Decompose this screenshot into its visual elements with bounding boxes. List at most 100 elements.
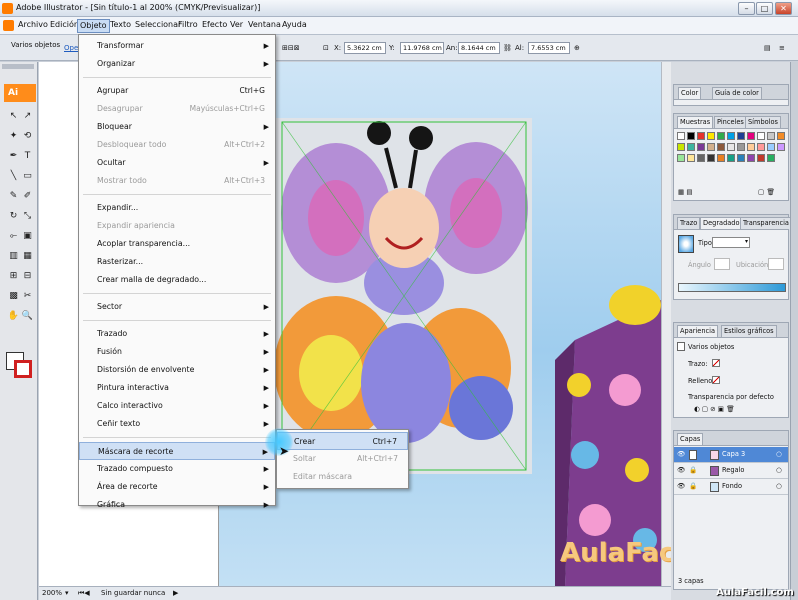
zoom-dropdown-icon[interactable]: ▾: [65, 589, 69, 597]
gradient-type-select[interactable]: ▾: [712, 237, 750, 248]
rotate-tool-icon[interactable]: ↻: [7, 210, 20, 223]
swatch[interactable]: [677, 143, 685, 151]
close-button[interactable]: ✕: [775, 2, 792, 15]
swatch[interactable]: [727, 143, 735, 151]
warp-tool-icon[interactable]: ⟜: [7, 230, 20, 243]
status-arrow-icon[interactable]: ▶: [173, 589, 178, 597]
swatch[interactable]: [697, 143, 705, 151]
swatch[interactable]: [697, 132, 705, 140]
swatch[interactable]: [777, 132, 785, 140]
swatch[interactable]: [707, 154, 715, 162]
tab-appearance[interactable]: Apariencia: [677, 325, 719, 337]
symbol-sprayer-tool-icon[interactable]: ▥: [7, 250, 20, 263]
gradient-tool-icon[interactable]: ⊟: [21, 270, 34, 283]
swatch-grid[interactable]: [677, 132, 787, 186]
swatch[interactable]: [687, 154, 695, 162]
scale-tool-icon[interactable]: ⤡: [21, 210, 34, 223]
swatch[interactable]: [767, 154, 775, 162]
menu-item[interactable]: Trazado compuesto ▶: [79, 460, 275, 478]
tab-swatches[interactable]: Muestras: [677, 116, 714, 128]
swatch[interactable]: [677, 132, 685, 140]
tab-gradient[interactable]: Degradado: [700, 217, 743, 229]
menu-item[interactable]: Expandir...: [79, 199, 275, 217]
swatch[interactable]: [717, 132, 725, 140]
direct-selection-tool-icon[interactable]: ↗: [21, 110, 34, 123]
swatch[interactable]: [767, 132, 775, 140]
swatch[interactable]: [777, 143, 785, 151]
gradient-preview[interactable]: [678, 235, 694, 253]
selection-tool-icon[interactable]: ↖: [7, 110, 20, 123]
eye-icon[interactable]: 👁: [677, 447, 685, 462]
pen-tool-icon[interactable]: ✒: [7, 150, 20, 163]
swatch[interactable]: [747, 132, 755, 140]
eye-icon[interactable]: 👁: [677, 463, 685, 478]
menu-item[interactable]: Pintura interactiva ▶: [79, 379, 275, 397]
rectangle-tool-icon[interactable]: ▭: [21, 170, 34, 183]
options-icon[interactable]: ≡: [779, 44, 785, 52]
gradient-location-field[interactable]: [768, 258, 784, 270]
menu-texto[interactable]: Texto: [108, 20, 133, 29]
swatch[interactable]: [727, 132, 735, 140]
link-icon[interactable]: ⛓: [503, 44, 512, 52]
appearance-actions-icons[interactable]: ◐ ▢ ⊘ ▣ 🗑: [694, 405, 735, 413]
layer-row[interactable]: 👁 🔒 Fondo ○: [674, 479, 788, 495]
lock-icon[interactable]: 🔒: [689, 479, 697, 494]
zoom-level[interactable]: 200%: [42, 589, 62, 597]
panel-menu-icon[interactable]: ▤: [764, 44, 771, 52]
tab-brushes[interactable]: Pinceles: [714, 116, 747, 128]
swatch[interactable]: [707, 132, 715, 140]
menu-efecto[interactable]: Efecto: [200, 20, 229, 29]
menu-item[interactable]: Acoplar transparencia...: [79, 235, 275, 253]
swatch[interactable]: [757, 154, 765, 162]
tab-stroke[interactable]: Trazo: [677, 217, 701, 229]
x-field[interactable]: 5.3622 cm: [344, 42, 386, 54]
menu-item[interactable]: Distorsión de envolvente ▶: [79, 361, 275, 379]
menu-ayuda[interactable]: Ayuda: [280, 20, 309, 29]
tab-graphic-styles[interactable]: Estilos gráficos: [721, 325, 777, 337]
gradient-angle-field[interactable]: [714, 258, 730, 270]
target-icon[interactable]: ○: [776, 463, 782, 478]
swatch-library-icon[interactable]: ▦ ▤: [678, 188, 693, 196]
menu-item[interactable]: Organizar ▶: [79, 55, 275, 73]
minimize-button[interactable]: –: [738, 2, 755, 15]
menu-archivo[interactable]: Archivo: [16, 20, 50, 29]
menu-item[interactable]: Fusión ▶: [79, 343, 275, 361]
menu-item[interactable]: Rasterizar...: [79, 253, 275, 271]
line-tool-icon[interactable]: ╲: [7, 170, 20, 183]
swatch[interactable]: [757, 132, 765, 140]
menu-filtro[interactable]: Filtro: [176, 20, 200, 29]
toolbox-grip[interactable]: [2, 64, 34, 69]
magic-wand-tool-icon[interactable]: ✦: [7, 130, 20, 143]
menu-item[interactable]: Ocultar ▶: [79, 154, 275, 172]
menu-item[interactable]: Crear malla de degradado...: [79, 271, 275, 289]
tab-color-guide[interactable]: Guía de color: [712, 87, 762, 99]
vertical-scrollbar[interactable]: [661, 62, 671, 586]
stroke-none-swatch[interactable]: [712, 359, 720, 367]
tab-symbols[interactable]: Símbolos: [745, 116, 781, 128]
paintbrush-tool-icon[interactable]: ✎: [7, 190, 20, 203]
tab-layers[interactable]: Capas: [677, 433, 704, 445]
layer-name[interactable]: Regalo: [722, 463, 744, 478]
y-field[interactable]: 11.9768 cm: [400, 42, 444, 54]
eye-icon[interactable]: 👁: [677, 479, 685, 494]
layer-row[interactable]: 👁 🔒 Regalo ○: [674, 463, 788, 479]
gradient-slider[interactable]: [678, 283, 786, 292]
menu-objeto[interactable]: Objeto: [77, 19, 110, 33]
swatch[interactable]: [737, 143, 745, 151]
swatch[interactable]: [767, 143, 775, 151]
swatch[interactable]: [747, 143, 755, 151]
free-transform-tool-icon[interactable]: ▣: [21, 230, 34, 243]
swatch[interactable]: [717, 143, 725, 151]
swatch[interactable]: [737, 154, 745, 162]
eyedropper-tool-icon[interactable]: ▩: [7, 290, 20, 303]
swatch[interactable]: [697, 154, 705, 162]
graph-tool-icon[interactable]: ▦: [21, 250, 34, 263]
layer-name[interactable]: Capa 3: [722, 447, 745, 462]
menu-ventana[interactable]: Ventana: [246, 20, 283, 29]
target-icon[interactable]: ○: [776, 479, 782, 494]
layer-row[interactable]: 👁 Capa 3 ○: [674, 447, 788, 463]
layer-name[interactable]: Fondo: [722, 479, 742, 494]
maximize-button[interactable]: □: [756, 2, 773, 15]
target-icon[interactable]: ○: [776, 447, 782, 462]
menu-item[interactable]: Ceñir texto ▶: [79, 415, 275, 433]
